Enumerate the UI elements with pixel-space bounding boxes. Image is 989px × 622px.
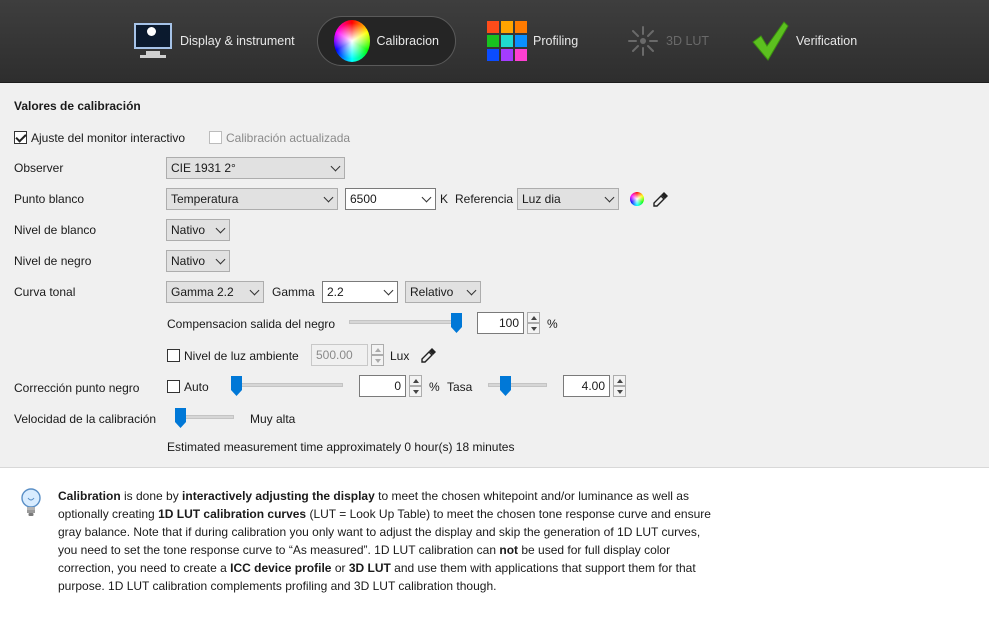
chevron-down-icon [604, 192, 615, 203]
white-level-value: Nativo [171, 223, 206, 237]
ambient-light-unit: Lux [390, 349, 410, 363]
rate-track[interactable] [488, 383, 547, 387]
temperature-combo[interactable]: 6500 [345, 188, 436, 210]
display-icon [132, 21, 174, 61]
tone-curve-label: Curva tonal [14, 285, 76, 299]
info-text-bold: ICC device profile [230, 561, 332, 575]
tab-display-instrument[interactable]: Display & instrument [132, 16, 295, 66]
observer-select[interactable]: CIE 1931 2° [166, 157, 345, 179]
tone-curve-value: Gamma 2.2 [171, 285, 234, 299]
ambient-light-input[interactable]: 500.00 [311, 344, 368, 366]
black-point-correction-input[interactable]: 0 [359, 375, 406, 397]
eyedropper-icon[interactable] [421, 347, 437, 363]
black-point-correction-slider[interactable] [231, 376, 242, 396]
chevron-down-icon [215, 223, 226, 234]
black-level-label: Nivel de negro [14, 254, 92, 268]
reference-select[interactable]: Luz dia [517, 188, 619, 210]
black-level-value: Nativo [171, 254, 206, 268]
color-wheel-icon [334, 20, 371, 62]
tab-3d-lut[interactable]: 3D LUT [626, 16, 709, 66]
info-panel: Calibration is done by interactively adj… [0, 467, 989, 622]
gamma-mode-select[interactable]: Relativo [405, 281, 481, 303]
tab-label: Verification [796, 34, 858, 48]
black-output-offset-spinner[interactable] [527, 312, 540, 334]
black-output-offset-label: Compensacion salida del negro [167, 317, 336, 331]
chevron-down-icon [323, 192, 334, 203]
chevron-down-icon [215, 254, 226, 265]
white-level-label: Nivel de blanco [14, 223, 97, 237]
black-output-offset-input[interactable]: 100 [477, 312, 524, 334]
tab-label: 3D LUT [666, 34, 710, 48]
chevron-down-icon [421, 192, 432, 203]
info-description: Calibration is done by interactively adj… [58, 487, 718, 595]
rate-label: Tasa [447, 380, 473, 394]
estimated-time-text: Estimated measurement time approximately… [167, 440, 515, 454]
lightbulb-icon [21, 488, 41, 516]
color-grid-icon [487, 21, 527, 61]
whitepoint-mode-select[interactable]: Temperatura [166, 188, 338, 210]
tab-profiling[interactable]: Profiling [487, 16, 578, 66]
tab-verification[interactable]: Verification [750, 16, 857, 66]
info-text-bold: not [499, 543, 519, 557]
rate-input[interactable]: 4.00 [563, 375, 610, 397]
interactive-adjust-checkbox[interactable] [14, 131, 27, 144]
updated-calibration-label: Calibración actualizada [226, 131, 351, 145]
black-output-offset-unit: % [547, 317, 558, 331]
observer-value: CIE 1931 2° [171, 161, 236, 175]
interactive-adjust-label: Ajuste del monitor interactivo [31, 131, 186, 145]
ambient-light-label: Nivel de luz ambiente [184, 349, 299, 363]
black-point-auto-label: Auto [184, 380, 209, 394]
black-output-offset-slider[interactable] [451, 313, 462, 333]
black-point-correction-spinner[interactable] [409, 375, 422, 397]
black-level-select[interactable]: Nativo [166, 250, 230, 272]
eyedropper-icon[interactable] [653, 191, 669, 207]
top-navigation-bar: Display & instrument Calibracion Profili… [0, 0, 989, 83]
whitepoint-mode-value: Temperatura [171, 192, 239, 206]
gamma-value: 2.2 [327, 285, 344, 299]
black-point-auto-checkbox[interactable] [167, 380, 180, 393]
info-text-bold: Calibration [58, 489, 121, 503]
gamma-mode-value: Relativo [410, 285, 454, 299]
whitepoint-label: Punto blanco [14, 192, 85, 206]
reference-value: Luz dia [522, 192, 561, 206]
calibration-speed-slider[interactable] [175, 408, 186, 428]
chevron-down-icon [249, 285, 260, 296]
tab-label: Calibracion [376, 34, 439, 48]
info-text: is done by [120, 489, 183, 503]
checkmark-icon [750, 20, 790, 62]
calibration-settings-panel: Valores de calibración Ajuste del monito… [0, 84, 989, 467]
info-text-bold: interactively adjusting the display [182, 489, 375, 503]
black-point-correction-unit: % [429, 380, 440, 394]
black-point-correction-label: Corrección punto negro [14, 381, 140, 395]
tone-curve-select[interactable]: Gamma 2.2 [166, 281, 264, 303]
calibration-speed-value: Muy alta [250, 412, 296, 426]
tab-label: Display & instrument [180, 34, 295, 48]
gamma-label: Gamma [272, 285, 315, 299]
info-text-bold: 1D LUT calibration curves [158, 507, 307, 521]
info-text-bold: 3D LUT [348, 561, 391, 575]
black-output-offset-track[interactable] [349, 320, 461, 324]
gamma-combo[interactable]: 2.2 [322, 281, 398, 303]
white-level-select[interactable]: Nativo [166, 219, 230, 241]
reference-label: Referencia [455, 192, 514, 206]
color-picker-icon[interactable] [630, 192, 644, 206]
temperature-value: 6500 [350, 192, 377, 206]
ambient-light-checkbox[interactable] [167, 349, 180, 362]
observer-label: Observer [14, 161, 64, 175]
updated-calibration-checkbox[interactable] [209, 131, 222, 144]
ambient-light-spinner[interactable] [371, 344, 384, 366]
rate-slider[interactable] [500, 376, 511, 396]
temperature-unit: K [440, 192, 449, 206]
rate-spinner[interactable] [613, 375, 626, 397]
tab-calibracion[interactable]: Calibracion [317, 16, 456, 66]
chevron-down-icon [466, 285, 477, 296]
calibration-speed-label: Velocidad de la calibración [14, 412, 157, 426]
section-title: Valores de calibración [14, 99, 141, 113]
lut-icon [626, 24, 660, 58]
info-text: or [331, 561, 349, 575]
chevron-down-icon [330, 161, 341, 172]
black-point-correction-track[interactable] [231, 383, 343, 387]
tab-label: Profiling [533, 34, 579, 48]
chevron-down-icon [383, 285, 394, 296]
